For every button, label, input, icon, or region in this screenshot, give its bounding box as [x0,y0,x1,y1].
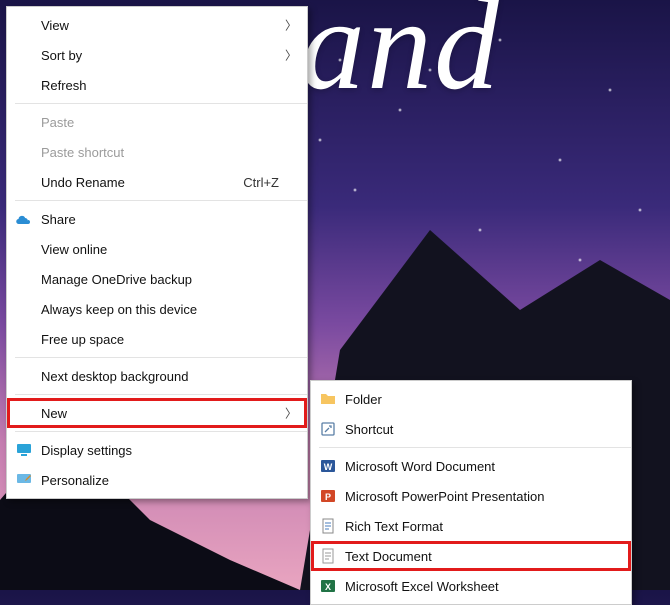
menu-item-personalize[interactable]: Personalize [7,465,307,495]
menu-item-label: Manage OneDrive backup [41,272,279,287]
word-icon: W [319,457,337,475]
menu-item-sort-by[interactable]: Sort by 〉 [7,40,307,70]
excel-icon: X [319,577,337,595]
menu-item-next-desktop-background[interactable]: Next desktop background [7,361,307,391]
submenu-item-text-document[interactable]: Text Document [311,541,631,571]
svg-text:X: X [325,582,331,592]
menu-separator [15,103,307,104]
submenu-item-folder[interactable]: Folder [311,384,631,414]
menu-separator [15,357,307,358]
menu-item-label: Microsoft Word Document [345,459,603,474]
menu-item-label: View online [41,242,279,257]
desktop-context-menu: View 〉 Sort by 〉 Refresh Paste Paste sho… [6,6,308,499]
menu-item-label: New [41,406,279,421]
menu-item-free-up-space[interactable]: Free up space [7,324,307,354]
menu-item-undo-rename[interactable]: Undo Rename Ctrl+Z [7,167,307,197]
menu-item-manage-onedrive-backup[interactable]: Manage OneDrive backup [7,264,307,294]
menu-item-label: Free up space [41,332,279,347]
menu-item-label: Display settings [41,443,279,458]
folder-icon [319,390,337,408]
menu-item-paste-shortcut: Paste shortcut [7,137,307,167]
menu-item-label: Always keep on this device [41,302,279,317]
menu-item-share[interactable]: Share [7,204,307,234]
menu-item-display-settings[interactable]: Display settings [7,435,307,465]
submenu-item-excel[interactable]: X Microsoft Excel Worksheet [311,571,631,601]
submenu-item-word[interactable]: W Microsoft Word Document [311,451,631,481]
menu-item-always-keep[interactable]: Always keep on this device [7,294,307,324]
menu-separator [319,447,631,448]
monitor-icon [15,441,33,459]
text-document-icon [319,547,337,565]
chevron-right-icon: 〉 [285,405,297,422]
submenu-item-powerpoint[interactable]: P Microsoft PowerPoint Presentation [311,481,631,511]
menu-separator [15,200,307,201]
menu-item-new[interactable]: New 〉 [7,398,307,428]
menu-item-refresh[interactable]: Refresh [7,70,307,100]
menu-item-label: Paste shortcut [41,145,279,160]
menu-item-label: Rich Text Format [345,519,603,534]
menu-item-accelerator: Ctrl+Z [243,175,279,190]
menu-item-view[interactable]: View 〉 [7,10,307,40]
menu-separator [15,431,307,432]
chevron-right-icon: 〉 [285,47,297,64]
wallpaper-script-text: and [300,0,501,120]
menu-item-label: Folder [345,392,603,407]
rtf-icon [319,517,337,535]
submenu-item-rtf[interactable]: Rich Text Format [311,511,631,541]
menu-item-label: Share [41,212,279,227]
paintbrush-icon [15,471,33,489]
chevron-right-icon: 〉 [285,17,297,34]
shortcut-icon [319,420,337,438]
menu-item-label: Paste [41,115,279,130]
menu-item-label: Refresh [41,78,279,93]
new-submenu: Folder Shortcut W Microsoft Word Documen… [310,380,632,605]
menu-item-label: Next desktop background [41,369,279,384]
menu-item-label: View [41,18,279,33]
cloud-icon [15,210,33,228]
menu-item-label: Text Document [345,549,603,564]
svg-text:W: W [324,462,333,472]
menu-item-label: Microsoft PowerPoint Presentation [345,489,603,504]
submenu-item-shortcut[interactable]: Shortcut [311,414,631,444]
menu-item-label: Microsoft Excel Worksheet [345,579,603,594]
menu-separator [15,394,307,395]
menu-item-label: Shortcut [345,422,603,437]
powerpoint-icon: P [319,487,337,505]
menu-item-label: Personalize [41,473,279,488]
svg-text:P: P [325,492,331,502]
menu-item-view-online[interactable]: View online [7,234,307,264]
menu-item-label: Undo Rename [41,175,243,190]
menu-item-label: Sort by [41,48,279,63]
menu-item-paste: Paste [7,107,307,137]
